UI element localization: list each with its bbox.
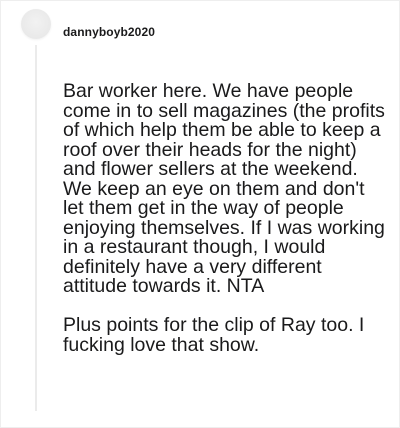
comment-paragraph: Bar worker here. We have people come in … — [63, 80, 385, 297]
user-avatar[interactable] — [21, 9, 51, 39]
comment-body: Bar worker here. We have people come in … — [63, 80, 389, 356]
comment-paragraph: Plus points for the clip of Ray too. I f… — [63, 314, 365, 356]
comment-username[interactable]: dannyboyb2020 — [63, 25, 155, 39]
comment-card: dannyboyb2020 Bar worker here. We have p… — [0, 0, 400, 428]
thread-collapse-line[interactable] — [35, 45, 37, 411]
